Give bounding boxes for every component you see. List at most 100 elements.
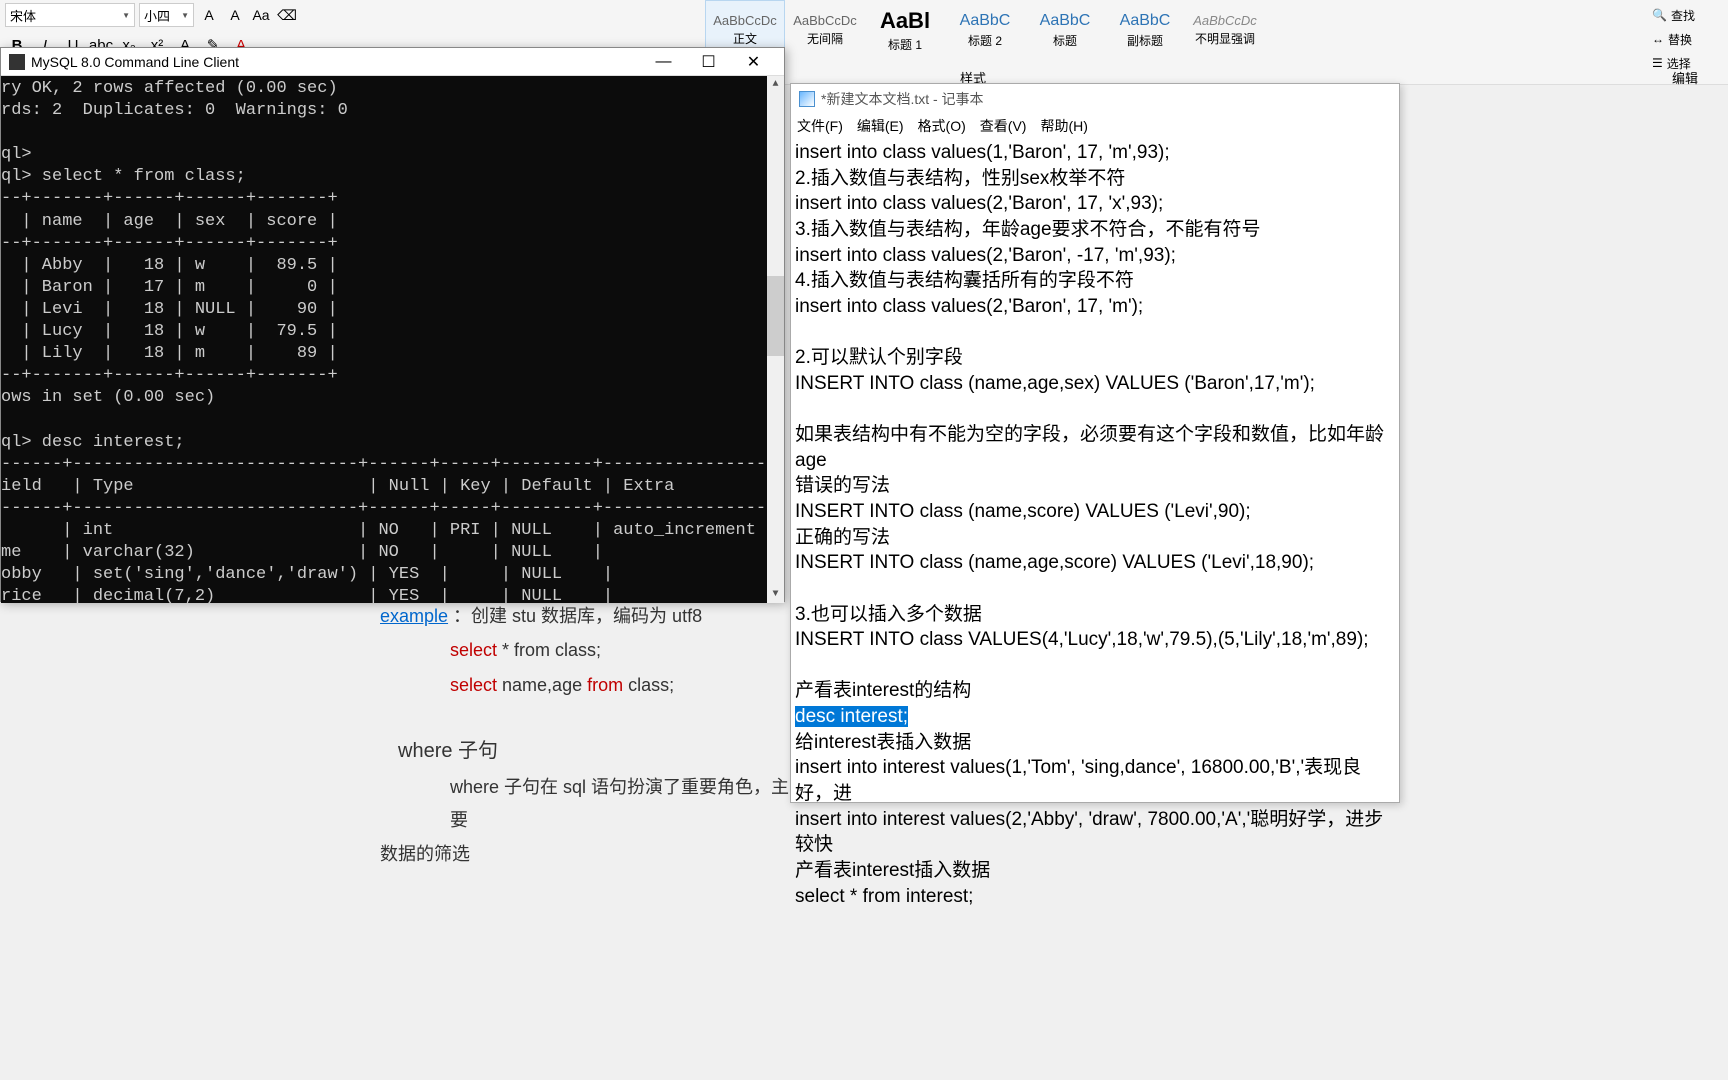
menu-item[interactable]: 格式(O)	[918, 116, 966, 136]
style-item[interactable]: AaBbC 标题	[1025, 0, 1105, 60]
text-line	[795, 576, 1395, 602]
style-preview: AaBbCcDc	[713, 13, 777, 28]
keyword-from: from	[587, 675, 623, 695]
text: 数据的筛选	[380, 838, 790, 870]
text-line: 3.也可以插入多个数据	[795, 602, 1395, 628]
text-line: 产看表interest的结构	[795, 678, 1395, 704]
text-line: insert into class values(1,'Baron', 17, …	[795, 140, 1395, 166]
style-name: 无间隔	[807, 30, 843, 47]
notepad-menubar: 文件(F) 编辑(E) 格式(O) 查看(V) 帮助(H)	[791, 114, 1399, 138]
edit-item[interactable]: ↔ 替换	[1652, 28, 1724, 50]
text-line: 正确的写法	[795, 525, 1395, 551]
style-name: 标题 1	[888, 36, 922, 53]
style-preview: AaBbC	[960, 12, 1011, 30]
text-line-selected: desc interest;	[795, 704, 1395, 730]
edit-label: 替换	[1668, 31, 1692, 48]
style-item[interactable]: AaBbC 标题 2	[945, 0, 1025, 60]
terminal-icon	[9, 54, 25, 70]
edit-icon: ↔	[1652, 32, 1664, 46]
text-line: 给interest表插入数据	[795, 730, 1395, 756]
change-case-button[interactable]: Aa	[250, 4, 272, 26]
keyword-select: select	[450, 675, 497, 695]
chevron-down-icon: ▼	[181, 11, 189, 20]
terminal-output: ry OK, 2 rows affected (0.00 sec) rds: 2…	[1, 78, 784, 603]
style-item[interactable]: AaBbC 副标题	[1105, 0, 1185, 60]
text-line	[795, 396, 1395, 422]
text-line: insert into interest values(1,'Tom', 'si…	[795, 755, 1395, 806]
text-line: insert into interest values(2,'Abby', 'd…	[795, 807, 1395, 858]
scroll-up-arrow[interactable]: ▲	[767, 76, 784, 93]
example-link: example	[380, 606, 448, 626]
menu-item[interactable]: 查看(V)	[980, 116, 1027, 136]
notepad-statusbar: <	[791, 778, 814, 802]
word-document-content[interactable]: example ：创建 stu 数据库，编码为 utf8 select * fr…	[380, 600, 790, 872]
text-line: INSERT INTO class (name,age,sex) VALUES …	[795, 371, 1395, 397]
notepad-titlebar[interactable]: *新建文本文档.txt - 记事本	[791, 84, 1399, 114]
decrease-font-button[interactable]: A	[224, 4, 246, 26]
terminal-window: MySQL 8.0 Command Line Client — ☐ ✕ ry O…	[0, 47, 785, 602]
font-name-dropdown[interactable]: 宋体 ▼	[5, 3, 135, 27]
text-line: INSERT INTO class VALUES(4,'Lucy',18,'w'…	[795, 627, 1395, 653]
maximize-button[interactable]: ☐	[686, 48, 731, 76]
edit-label: 查找	[1671, 7, 1695, 24]
style-preview: AaBl	[880, 8, 930, 34]
terminal-titlebar[interactable]: MySQL 8.0 Command Line Client — ☐ ✕	[1, 48, 784, 76]
scrollbar-thumb[interactable]	[767, 276, 784, 356]
text: * from class;	[497, 640, 601, 660]
text-line	[795, 653, 1395, 679]
notepad-icon	[799, 91, 815, 107]
text-line: select * from interest;	[795, 884, 1395, 910]
text-line: 2.可以默认个别字段	[795, 345, 1395, 371]
style-preview: AaBbCcDc	[793, 13, 857, 28]
style-name: 标题	[1053, 32, 1077, 49]
heading-where: where 子句	[380, 733, 790, 769]
style-item[interactable]: AaBl 标题 1	[865, 0, 945, 60]
style-name: 标题 2	[968, 32, 1002, 49]
close-button[interactable]: ✕	[731, 48, 776, 76]
text-line: 3.插入数值与表结构，年龄age要求不符合，不能有符号	[795, 217, 1395, 243]
terminal-title: MySQL 8.0 Command Line Client	[31, 54, 641, 70]
text-line: INSERT INTO class (name,score) VALUES ('…	[795, 499, 1395, 525]
chevron-down-icon: ▼	[122, 11, 130, 20]
text: where 子句在 sql 语句扮演了重要角色，主要	[380, 771, 790, 836]
notepad-window: *新建文本文档.txt - 记事本 文件(F) 编辑(E) 格式(O) 查看(V) 帮助…	[790, 83, 1400, 803]
text-line: insert into class values(2,'Baron', 17, …	[795, 294, 1395, 320]
text-line: INSERT INTO class (name,age,score) VALUE…	[795, 550, 1395, 576]
menu-item[interactable]: 文件(F)	[797, 116, 843, 136]
style-name: 不明显强调	[1195, 30, 1255, 47]
text: ：创建 stu 数据库，编码为 utf8	[448, 606, 702, 626]
notepad-title: *新建文本文档.txt - 记事本	[821, 89, 984, 109]
style-preview: AaBbCcDc	[1193, 13, 1257, 28]
minimize-button[interactable]: —	[641, 48, 686, 76]
style-preview: AaBbC	[1120, 12, 1171, 30]
style-item[interactable]: AaBbCcDc 无间隔	[785, 0, 865, 60]
increase-font-button[interactable]: A	[198, 4, 220, 26]
text: name,age	[497, 675, 587, 695]
scrollbar[interactable]: ▲ ▼	[767, 76, 784, 603]
text-line: insert into class values(2,'Baron', -17,…	[795, 243, 1395, 269]
style-name: 正文	[733, 30, 757, 47]
font-size-dropdown[interactable]: 小四 ▼	[139, 3, 194, 27]
clear-format-button[interactable]: ⌫	[276, 4, 298, 26]
style-item[interactable]: AaBbCcDc 不明显强调	[1185, 0, 1265, 60]
style-preview: AaBbC	[1040, 12, 1091, 30]
notepad-text-area[interactable]: insert into class values(1,'Baron', 17, …	[791, 138, 1399, 911]
menu-item[interactable]: 帮助(H)	[1040, 116, 1087, 136]
terminal-body[interactable]: ry OK, 2 rows affected (0.00 sec) rds: 2…	[1, 76, 784, 603]
edit-item[interactable]: 🔍 查找	[1652, 4, 1724, 26]
edit-icon: ☰	[1652, 56, 1663, 70]
menu-item[interactable]: 编辑(E)	[857, 116, 904, 136]
style-name: 副标题	[1127, 32, 1163, 49]
styles-gallery[interactable]: AaBbCcDc正文AaBbCcDc无间隔AaBl标题 1AaBbC标题 2Aa…	[705, 0, 1275, 85]
text: class;	[623, 675, 674, 695]
text-line: 2.插入数值与表结构，性别sex枚举不符	[795, 166, 1395, 192]
text-line: insert into class values(2,'Baron', 17, …	[795, 191, 1395, 217]
text-line	[795, 319, 1395, 345]
edit-icon: 🔍	[1652, 8, 1667, 22]
edit-group-label: 编辑	[1672, 68, 1698, 87]
text-line: 如果表结构中有不能为空的字段，必须要有这个字段和数值，比如年龄age	[795, 422, 1395, 473]
text-line: 4.插入数值与表结构囊括所有的字段不符	[795, 268, 1395, 294]
font-size-value: 小四	[144, 6, 170, 25]
font-name-value: 宋体	[10, 6, 36, 25]
text-line: 错误的写法	[795, 473, 1395, 499]
